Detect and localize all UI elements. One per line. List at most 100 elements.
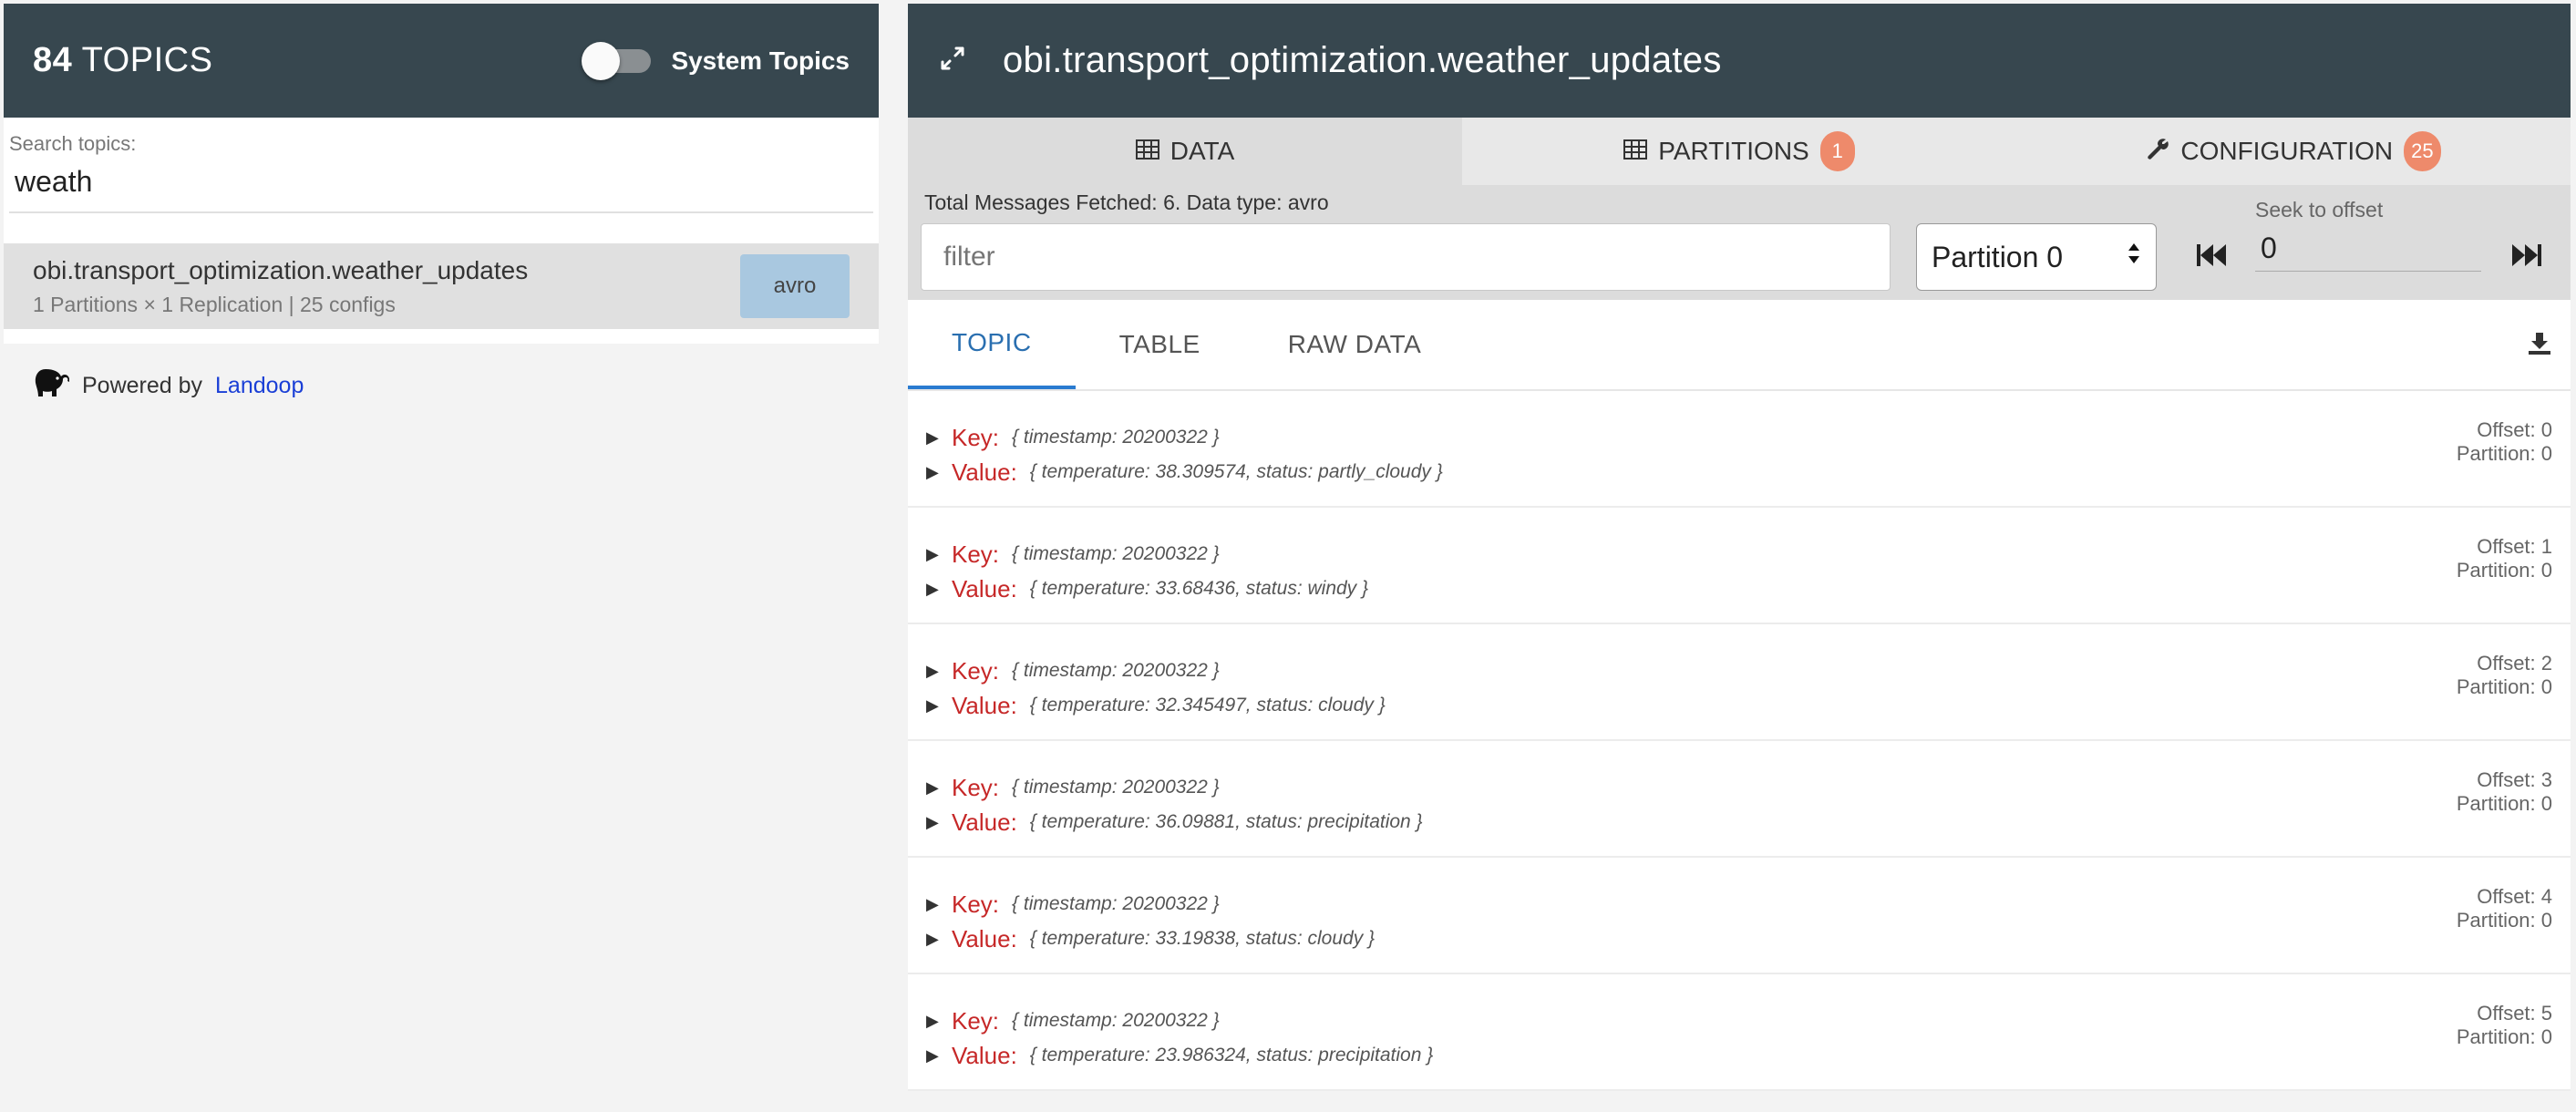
message-meta: Offset: 0 Partition: 0 bbox=[2457, 418, 2552, 466]
toggle-switch[interactable] bbox=[582, 41, 652, 80]
key-label: Key: bbox=[952, 890, 1000, 918]
message-row: ▶ Key: { timestamp: 20200322 } ▶ Value: … bbox=[908, 391, 2571, 508]
expand-triangle-icon[interactable]: ▶ bbox=[926, 1046, 952, 1066]
message-partition: Partition: 0 bbox=[2456, 909, 2552, 932]
message-row: ▶ Key: { timestamp: 20200322 } ▶ Value: … bbox=[908, 974, 2571, 1091]
topic-count-number: 84 bbox=[33, 41, 73, 79]
table-icon bbox=[1623, 137, 1648, 166]
value-label: Value: bbox=[952, 1041, 1017, 1069]
message-offset: Offset: 2 bbox=[2477, 652, 2552, 674]
powered-by-text: Powered by bbox=[82, 373, 203, 398]
topic-search: Search topics: bbox=[4, 118, 879, 231]
message-value: ▶ Value: { temperature: 33.68436, status… bbox=[926, 571, 2571, 606]
message-offset: Offset: 3 bbox=[2477, 768, 2552, 791]
value-label: Value: bbox=[952, 691, 1017, 719]
tab-data[interactable]: DATA bbox=[908, 118, 1462, 185]
value-label: Value: bbox=[952, 574, 1017, 602]
expand-triangle-icon[interactable]: ▶ bbox=[926, 463, 952, 482]
select-arrows-icon bbox=[2127, 240, 2141, 274]
expand-triangle-icon[interactable]: ▶ bbox=[926, 778, 952, 798]
system-topics-label: System Topics bbox=[671, 46, 850, 75]
key-label: Key: bbox=[952, 773, 1000, 801]
message-meta: Offset: 5 Partition: 0 bbox=[2457, 1002, 2552, 1049]
partitions-count-badge: 1 bbox=[1819, 131, 1855, 171]
landoop-link[interactable]: Landoop bbox=[215, 373, 304, 399]
key-label: Key: bbox=[952, 656, 1000, 685]
filter-input[interactable] bbox=[921, 223, 1891, 291]
message-value: ▶ Value: { temperature: 33.19838, status… bbox=[926, 922, 2571, 956]
tab-configuration[interactable]: CONFIGURATION 25 bbox=[2016, 118, 2571, 185]
tab-raw-data-view[interactable]: RAW DATA bbox=[1244, 300, 1466, 389]
message-meta: Offset: 2 Partition: 0 bbox=[2457, 652, 2552, 699]
seek-to-offset: Seek to offset bbox=[2255, 198, 2481, 272]
skip-to-last-icon[interactable] bbox=[2510, 242, 2543, 273]
message-row: ▶ Key: { timestamp: 20200322 } ▶ Value: … bbox=[908, 508, 2571, 624]
message-value: ▶ Value: { temperature: 38.309574, statu… bbox=[926, 455, 2571, 489]
expand-triangle-icon[interactable]: ▶ bbox=[926, 1012, 952, 1031]
download-icon[interactable] bbox=[2527, 331, 2552, 361]
topic-meta: 1 Partitions × 1 Replication | 25 config… bbox=[33, 292, 396, 316]
message-meta: Offset: 4 Partition: 0 bbox=[2457, 885, 2552, 932]
key-value: { timestamp: 20200322 } bbox=[1012, 777, 1220, 798]
message-partition: Partition: 0 bbox=[2456, 442, 2552, 465]
value-label: Value: bbox=[952, 924, 1017, 952]
system-topics-toggle[interactable]: System Topics bbox=[582, 41, 850, 80]
topics-header: 84 TOPICS System Topics bbox=[4, 4, 879, 118]
message-list: ▶ Key: { timestamp: 20200322 } ▶ Value: … bbox=[908, 391, 2571, 1091]
value-label: Value: bbox=[952, 808, 1017, 836]
message-partition: Partition: 0 bbox=[2456, 559, 2552, 582]
message-key: ▶ Key: { timestamp: 20200322 } bbox=[926, 1004, 2571, 1038]
expand-triangle-icon[interactable]: ▶ bbox=[926, 930, 952, 949]
message-value: ▶ Value: { temperature: 32.345497, statu… bbox=[926, 688, 2571, 723]
expand-triangle-icon[interactable]: ▶ bbox=[926, 428, 952, 448]
topic-list: obi.transport_optimization.weather_updat… bbox=[4, 231, 879, 344]
message-row: ▶ Key: { timestamp: 20200322 } ▶ Value: … bbox=[908, 858, 2571, 974]
powered-by: Powered by Landoop bbox=[4, 344, 879, 428]
detail-tabs: DATA PARTITIONS 1 CONFIGURATION 25 bbox=[908, 118, 2571, 185]
expand-triangle-icon[interactable]: ▶ bbox=[926, 580, 952, 599]
partition-select[interactable]: Partition 0 bbox=[1916, 223, 2157, 291]
message-meta: Offset: 3 Partition: 0 bbox=[2457, 768, 2552, 816]
message-partition: Partition: 0 bbox=[2456, 675, 2552, 698]
expand-triangle-icon[interactable]: ▶ bbox=[926, 696, 952, 716]
toggle-knob[interactable] bbox=[582, 41, 621, 80]
message-row: ▶ Key: { timestamp: 20200322 } ▶ Value: … bbox=[908, 741, 2571, 858]
search-input[interactable] bbox=[9, 156, 873, 213]
expand-triangle-icon[interactable]: ▶ bbox=[926, 895, 952, 914]
topic-name: obi.transport_optimization.weather_updat… bbox=[33, 255, 529, 284]
tab-partitions[interactable]: PARTITIONS 1 bbox=[1462, 118, 2016, 185]
topics-panel: 84 TOPICS System Topics Search topics: o… bbox=[4, 4, 879, 428]
topic-count: 84 TOPICS bbox=[33, 41, 212, 80]
key-value: { timestamp: 20200322 } bbox=[1012, 427, 1220, 448]
message-value: ▶ Value: { temperature: 23.986324, statu… bbox=[926, 1038, 2571, 1073]
skip-to-first-icon[interactable] bbox=[2195, 242, 2228, 273]
message-value: ▶ Value: { temperature: 36.09881, status… bbox=[926, 805, 2571, 839]
topic-info: obi.transport_optimization.weather_updat… bbox=[33, 256, 528, 317]
value-content: { temperature: 33.68436, status: windy } bbox=[1029, 578, 1369, 599]
topic-detail-header: obi.transport_optimization.weather_updat… bbox=[908, 4, 2571, 118]
expand-triangle-icon[interactable]: ▶ bbox=[926, 545, 952, 564]
key-value: { timestamp: 20200322 } bbox=[1012, 660, 1220, 681]
value-label: Value: bbox=[952, 458, 1017, 486]
topic-list-item[interactable]: obi.transport_optimization.weather_updat… bbox=[4, 243, 879, 329]
message-key: ▶ Key: { timestamp: 20200322 } bbox=[926, 887, 2571, 922]
message-offset: Offset: 0 bbox=[2477, 418, 2552, 441]
message-offset: Offset: 1 bbox=[2477, 535, 2552, 558]
message-offset: Offset: 5 bbox=[2477, 1002, 2552, 1024]
expand-triangle-icon[interactable]: ▶ bbox=[926, 662, 952, 681]
message-partition: Partition: 0 bbox=[2456, 792, 2552, 815]
tab-table-view[interactable]: TABLE bbox=[1076, 300, 1244, 389]
message-key: ▶ Key: { timestamp: 20200322 } bbox=[926, 770, 2571, 805]
expand-triangle-icon[interactable]: ▶ bbox=[926, 813, 952, 832]
seek-offset-input[interactable] bbox=[2255, 222, 2481, 272]
key-label: Key: bbox=[952, 423, 1000, 451]
message-key: ▶ Key: { timestamp: 20200322 } bbox=[926, 654, 2571, 688]
topic-title: obi.transport_optimization.weather_updat… bbox=[1003, 40, 1722, 80]
tab-configuration-label: CONFIGURATION bbox=[2180, 137, 2394, 165]
tab-data-label: DATA bbox=[1170, 137, 1235, 165]
tab-topic-view[interactable]: TOPIC bbox=[908, 300, 1076, 389]
expand-icon[interactable] bbox=[939, 45, 966, 77]
value-content: { temperature: 38.309574, status: partly… bbox=[1029, 461, 1443, 482]
seek-label: Seek to offset bbox=[2255, 198, 2384, 221]
partition-select-value: Partition 0 bbox=[1932, 240, 2064, 273]
